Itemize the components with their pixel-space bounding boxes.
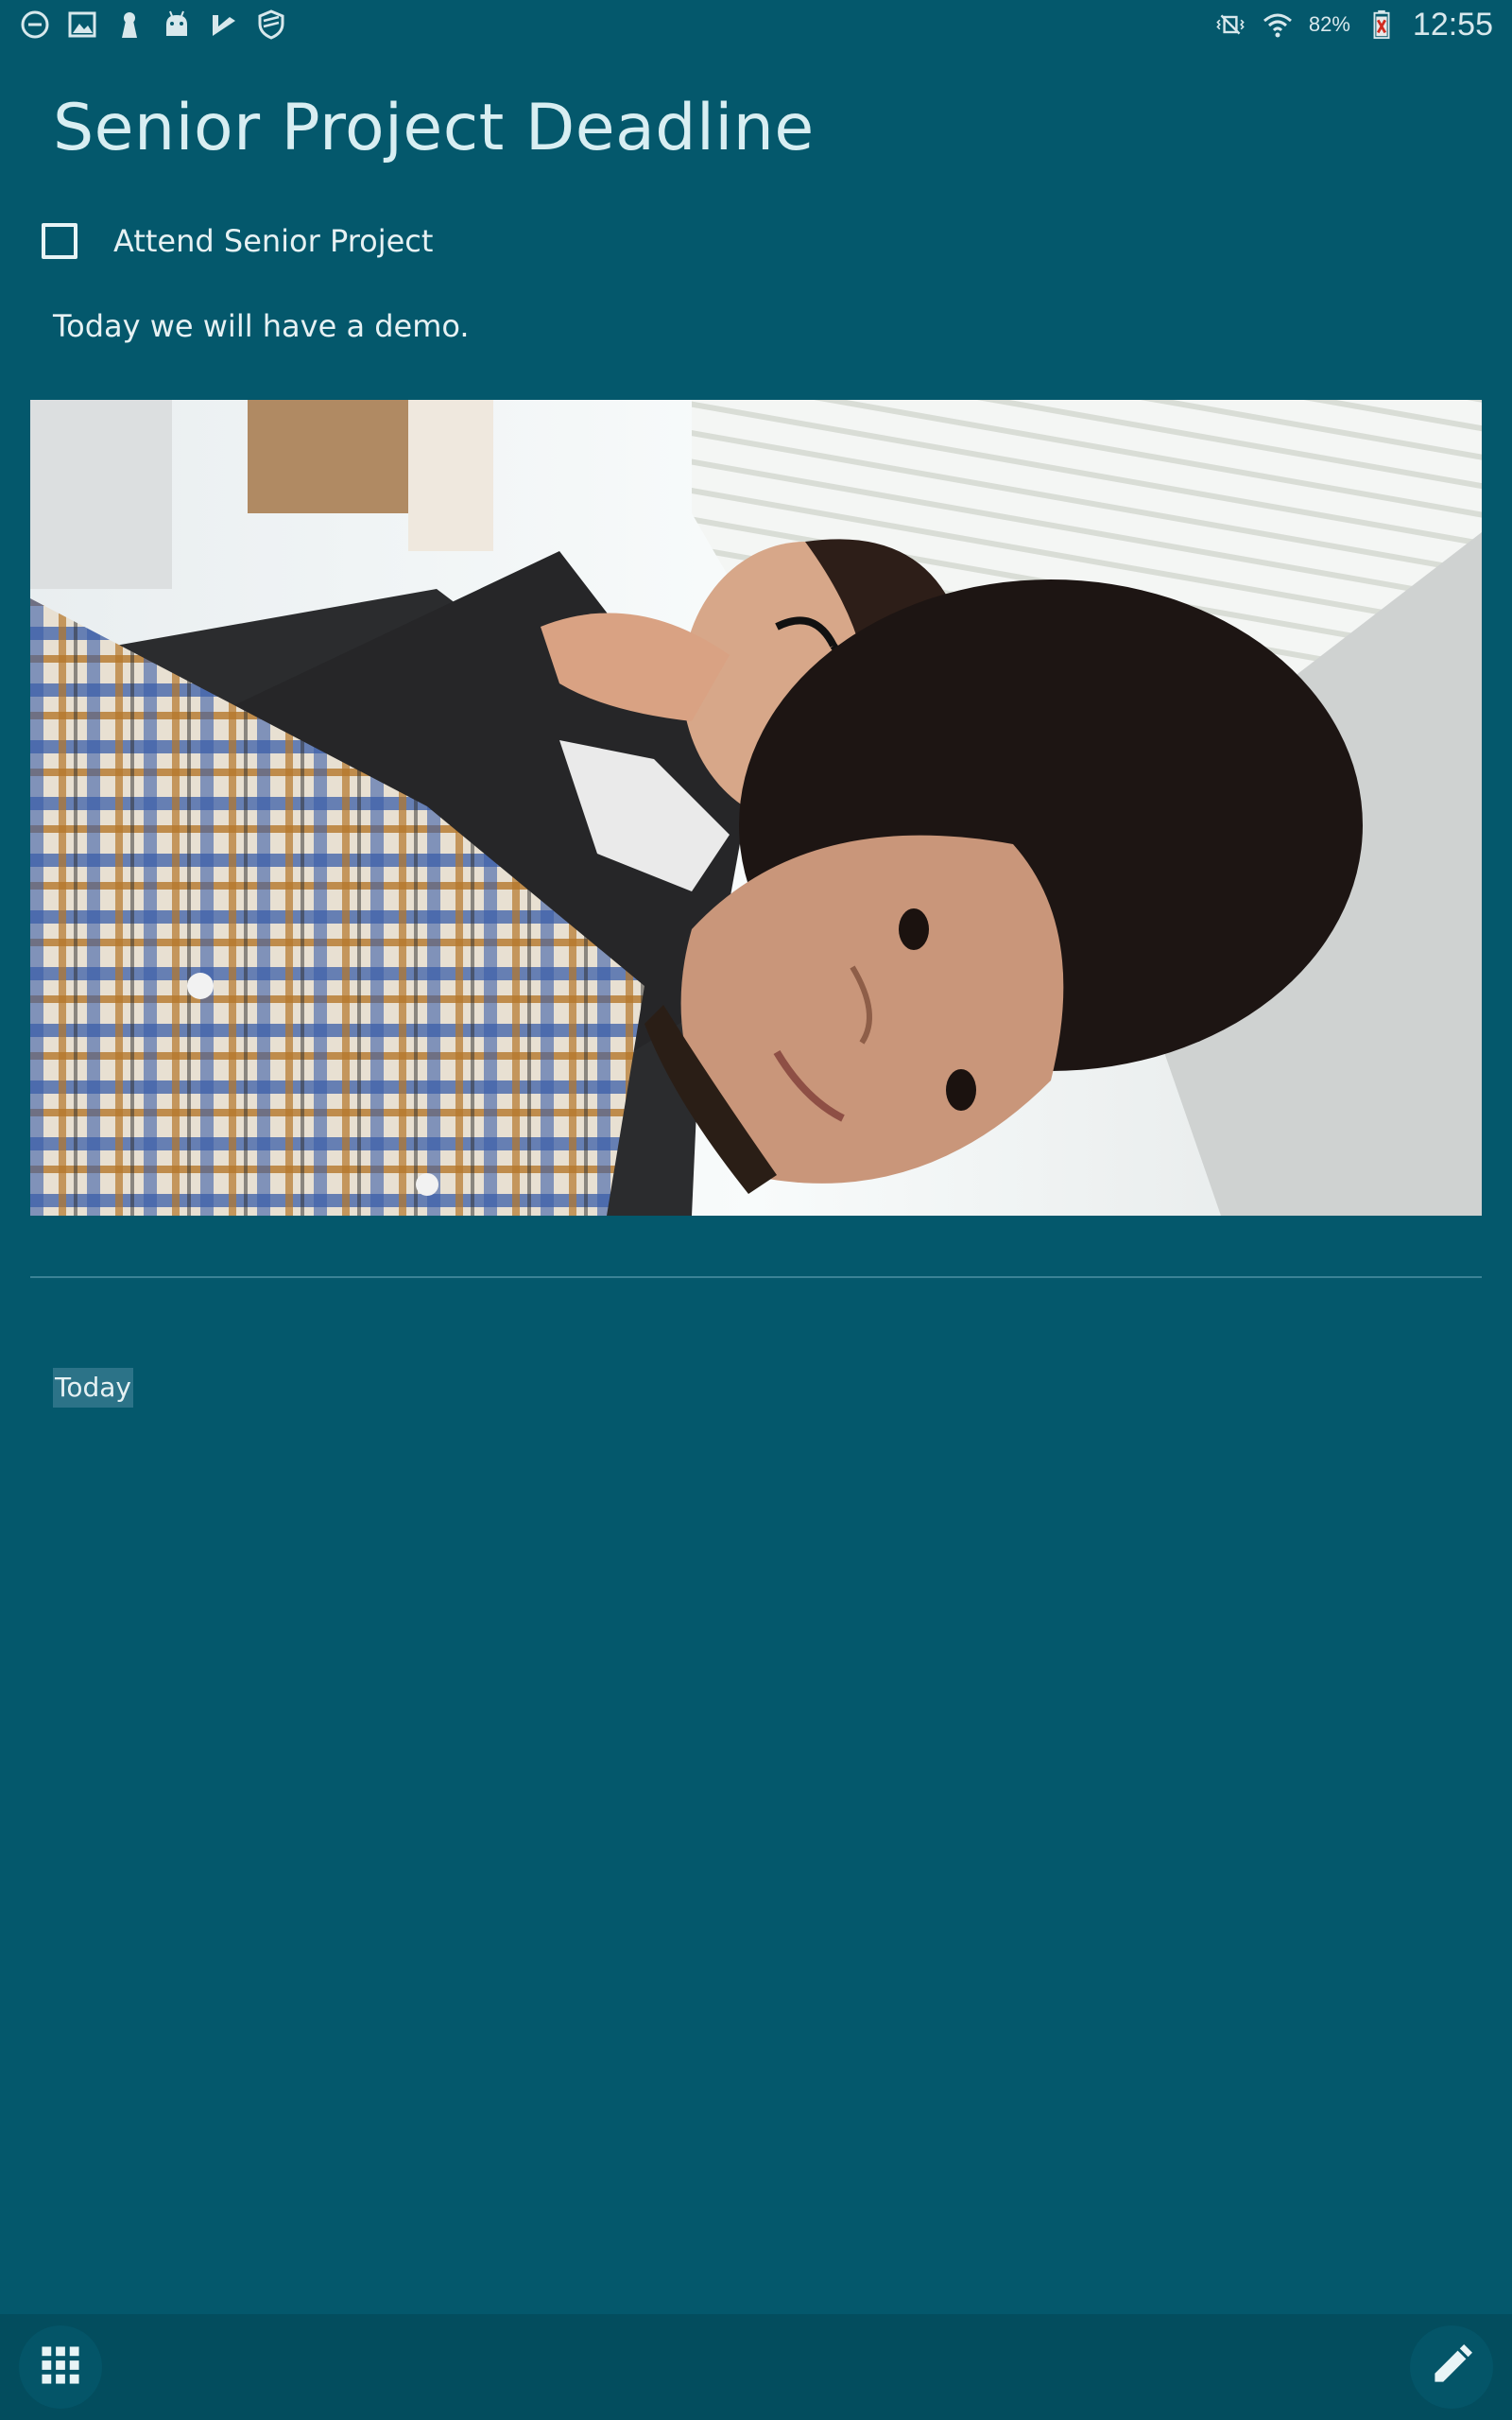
note-title[interactable]: Senior Project Deadline: [53, 91, 815, 165]
bottom-toolbar: [0, 2314, 1512, 2420]
vibrate-icon: [1214, 9, 1246, 41]
status-right: 82% 12:55: [1214, 7, 1493, 43]
edit-pencil-icon: [1431, 2344, 1472, 2390]
note-body[interactable]: Today we will have a demo.: [53, 308, 470, 344]
battery-icon: [1366, 9, 1398, 41]
grid-button[interactable]: [19, 2325, 102, 2409]
wifi-icon: [1262, 9, 1294, 41]
clock: 12:55: [1412, 6, 1493, 43]
feedly-icon: [208, 9, 240, 41]
checklist-item[interactable]: Attend Senior Project: [42, 217, 433, 265]
note-screen: 82% 12:55 Senior Project Deadline Attend…: [0, 0, 1512, 2420]
divider: [30, 1276, 1482, 1278]
battery-percent: 82%: [1308, 12, 1350, 36]
status-left: [19, 9, 287, 41]
attached-photo[interactable]: [30, 400, 1482, 1216]
edit-button[interactable]: [1410, 2325, 1493, 2409]
checklist-checkbox[interactable]: [42, 223, 77, 259]
android-icon: [161, 9, 193, 41]
reminder-date-chip[interactable]: Today: [53, 1368, 133, 1408]
status-bar: 82% 12:55: [0, 0, 1512, 49]
checklist-label[interactable]: Attend Senior Project: [113, 223, 433, 259]
dnd-icon: [19, 9, 51, 41]
gallery-icon: [66, 9, 98, 41]
keyhole-icon: [113, 9, 146, 41]
grid-icon: [40, 2344, 81, 2390]
shield-icon: [255, 9, 287, 41]
